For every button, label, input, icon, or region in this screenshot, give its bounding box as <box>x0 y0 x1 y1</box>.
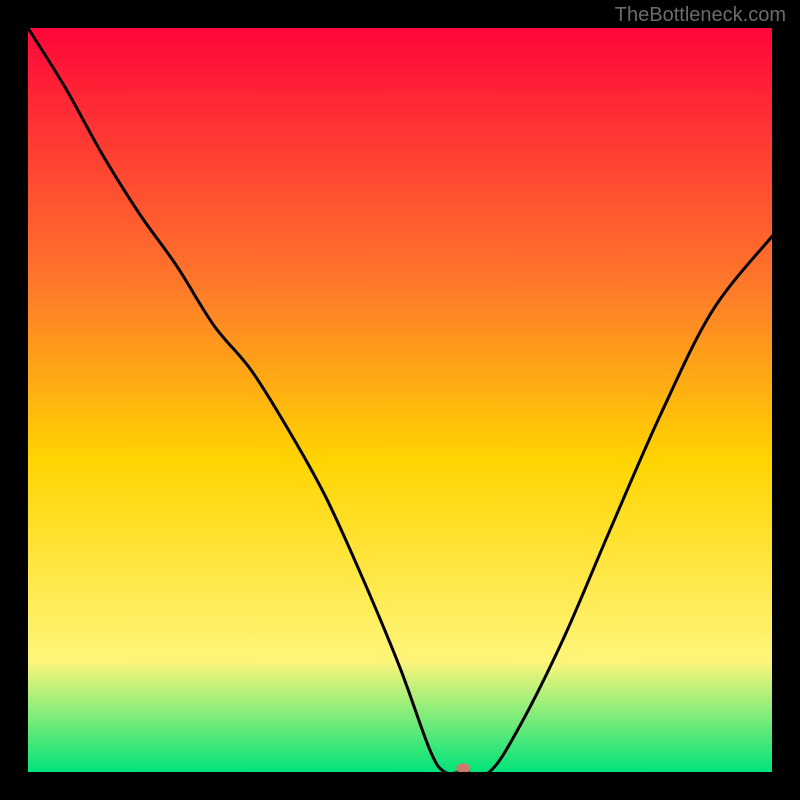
gradient-background <box>28 28 772 772</box>
watermark-text: TheBottleneck.com <box>615 4 786 27</box>
bottleneck-chart <box>28 28 772 772</box>
chart-frame <box>28 28 772 772</box>
